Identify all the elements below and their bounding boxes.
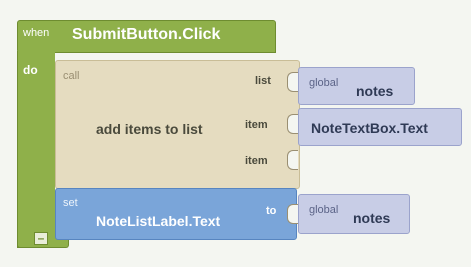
when-label: when — [23, 27, 50, 39]
global-notes-block[interactable]: global notes — [298, 194, 410, 234]
empty-socket[interactable] — [287, 150, 298, 170]
value-prefix: global — [309, 204, 339, 216]
notetextbox-text-block[interactable]: NoteTextBox.Text — [298, 108, 462, 146]
collapse-button[interactable]: – — [34, 232, 48, 245]
event-block-body — [17, 51, 55, 248]
call-label: call — [63, 70, 80, 82]
event-name: SubmitButton.Click — [72, 26, 221, 43]
value-name: notes — [356, 83, 394, 99]
socket-label-list: list — [255, 75, 271, 87]
value-name: NoteTextBox.Text — [311, 120, 428, 136]
socket-label-item: item — [245, 155, 268, 167]
socket-label-item: item — [245, 119, 268, 131]
value-name: notes — [353, 210, 391, 226]
set-label: set — [63, 197, 78, 209]
socket-notch — [287, 204, 298, 224]
procedure-name: add items to list — [96, 121, 203, 137]
set-target-name: NoteListLabel.Text — [96, 213, 221, 229]
do-label: do — [23, 63, 38, 77]
socket-notch — [287, 114, 298, 134]
value-prefix: global — [309, 77, 339, 89]
socket-notch — [287, 72, 298, 92]
global-notes-block[interactable]: global notes — [298, 67, 415, 105]
to-label: to — [266, 205, 277, 217]
